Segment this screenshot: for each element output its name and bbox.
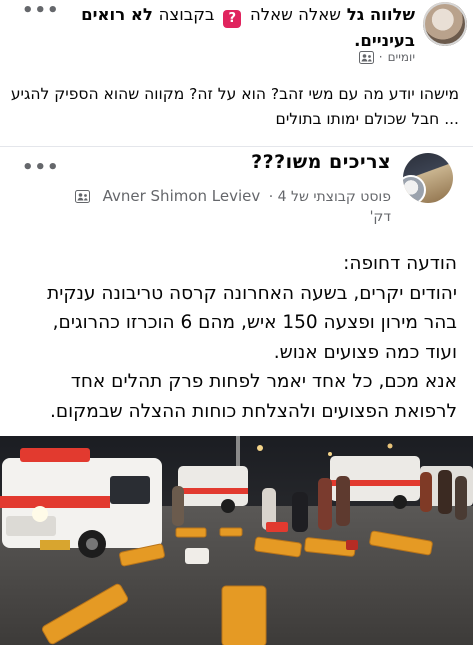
body-line: אנא מכם, כל אחד יאמר לפחות פרק תהלים אחד <box>70 371 457 392</box>
author-avatar[interactable] <box>403 175 426 203</box>
more-dots-icon[interactable]: ••• <box>22 0 60 21</box>
post-meta: יומיים · <box>358 50 415 64</box>
shared-author-name[interactable]: Avner Shimon Leviev <box>103 187 261 205</box>
post-action-text: שאלה שאלה <box>249 5 341 24</box>
shared-post-time[interactable]: דק' <box>370 209 391 225</box>
byline-count: 4 <box>277 189 287 205</box>
group-avatar[interactable] <box>403 153 453 203</box>
body-line: הודעה דחופה: <box>343 253 457 274</box>
meta-separator: · <box>378 50 383 64</box>
byline-separator: · <box>268 189 274 205</box>
body-line: יהודים יקרים, בשעה האחרונה קרסה טריבונה … <box>47 282 457 304</box>
people-icon <box>358 50 374 64</box>
shared-post-body: הודעה דחופה: יהודים יקרים, בשעה האחרונה … <box>11 249 457 426</box>
question-icon: ? <box>223 10 242 28</box>
post-text: מישהו יודע מה עם משי זהב? הוא על זה? מקו… <box>10 85 459 128</box>
in-group-text: בקבוצה <box>158 5 215 24</box>
outer-post: שלווה גל שאלה שאלה ? בקבוצה לא רואים בעי… <box>0 0 473 142</box>
post-header: שלווה גל שאלה שאלה ? בקבוצה לא רואים בעי… <box>55 2 415 53</box>
body-line: לרפואת הפצועים ולהצלחת כוחות ההצלה שבמקו… <box>49 400 457 422</box>
body-line: בהר מירון ופצעה 150 איש, מהם 6 הוכרזו כה… <box>52 312 457 333</box>
author-avatar[interactable] <box>423 2 467 46</box>
people-icon <box>75 190 91 203</box>
author-name[interactable]: שלווה גל <box>347 5 415 24</box>
post-time[interactable]: יומיים <box>388 50 415 64</box>
byline-prefix: פוסט קבוצתי של <box>291 189 391 205</box>
ambulance-rescue-scene-photo[interactable] <box>0 436 473 645</box>
shared-post-title[interactable]: צריכים משו??? <box>251 151 391 173</box>
body-line: ועוד כמה פצועים אנוש. <box>273 341 457 363</box>
shared-post-meta: דק' <box>370 209 391 225</box>
shared-post-byline: פוסט קבוצתי של Avner Shimon Leviev · 4 <box>75 187 391 205</box>
more-dots-icon[interactable]: ••• <box>22 157 60 178</box>
